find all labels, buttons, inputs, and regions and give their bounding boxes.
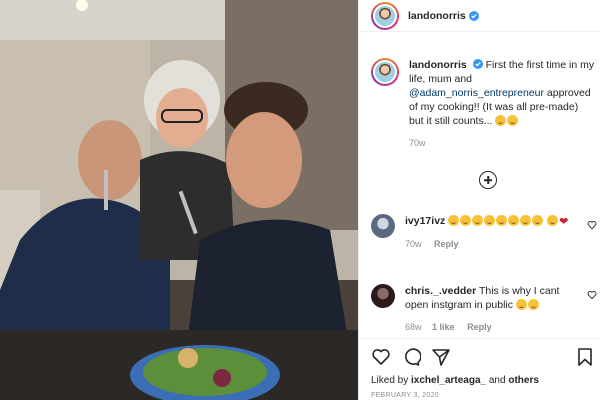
caption-avatar[interactable]: [371, 58, 399, 86]
sweat-smile-emoji: [515, 299, 527, 310]
comment-meta: 70w Reply: [405, 237, 579, 251]
sweat-smile-emoji: [527, 299, 539, 310]
comment-username[interactable]: ivy17ivz: [405, 215, 445, 227]
verified-badge-icon: [472, 59, 483, 69]
post-sidebar: landonorris landonorris First the first …: [358, 0, 600, 400]
sweat-smile-emoji: [484, 215, 496, 226]
post-photo[interactable]: [0, 0, 358, 400]
author-avatar[interactable]: [371, 1, 399, 30]
post-date[interactable]: FEBRUARY 3, 2020: [371, 392, 439, 399]
commenter-avatar[interactable]: [371, 284, 395, 308]
comment-likes[interactable]: 1 like: [432, 322, 455, 332]
caption-body: landonorris First the first time in my l…: [409, 58, 595, 150]
likes-summary: Liked by ixchel_arteaga_ and others: [371, 375, 539, 386]
comment-item: chris._.vedder This is why I cant open i…: [371, 284, 600, 334]
sweat-smile-emoji: [547, 215, 559, 226]
comment-icon[interactable]: [401, 347, 421, 367]
reply-button[interactable]: Reply: [434, 239, 459, 249]
verified-badge-icon: [468, 10, 479, 21]
liked-prefix: Liked by: [371, 375, 412, 386]
caption-meta: 70w: [409, 136, 595, 150]
comment-time[interactable]: 70w: [405, 239, 422, 249]
comment-meta: 68w 1 like Reply: [405, 320, 579, 334]
save-icon[interactable]: [575, 347, 595, 367]
comment-username[interactable]: chris._.vedder: [405, 285, 476, 297]
comment-body: chris._.vedder This is why I cant open i…: [405, 284, 579, 334]
load-more-comments-icon[interactable]: [479, 171, 497, 189]
post-actions: Liked by ixchel_arteaga_ and others FEBR…: [359, 338, 600, 400]
post-caption: landonorris First the first time in my l…: [371, 58, 599, 150]
sweat-smile-emoji: [496, 215, 508, 226]
commenter-avatar[interactable]: [371, 214, 395, 238]
comment-body: ivy17ivz ❤ 70w Reply: [405, 214, 579, 251]
liked-user-link[interactable]: ixchel_arteaga_: [411, 375, 486, 386]
post-header: landonorris: [359, 0, 600, 32]
comment-item: ivy17ivz ❤ 70w Reply: [371, 214, 600, 251]
sweat-smile-emoji: [520, 215, 532, 226]
heart-icon[interactable]: [371, 347, 391, 367]
sweat-smile-emoji: [508, 215, 520, 226]
photo-illustration: [0, 0, 358, 400]
like-comment-heart-icon[interactable]: [587, 220, 597, 230]
caption-username[interactable]: landonorris: [409, 59, 467, 71]
sweat-smile-emoji: [460, 215, 472, 226]
liked-others-link[interactable]: others: [508, 375, 539, 386]
like-comment-heart-icon[interactable]: [587, 290, 597, 300]
comment-time[interactable]: 68w: [405, 322, 422, 332]
share-icon[interactable]: [431, 347, 451, 367]
instagram-post: landonorris landonorris First the first …: [0, 0, 600, 400]
broken-heart-emoji: ❤: [559, 216, 569, 228]
sweat-smile-emoji: [495, 115, 507, 126]
reply-button[interactable]: Reply: [467, 322, 492, 332]
sweat-smile-emoji: [507, 115, 519, 126]
liked-mid: and: [486, 375, 509, 386]
author-username[interactable]: landonorris: [408, 10, 466, 22]
sweat-smile-emoji: [532, 215, 544, 226]
caption-time[interactable]: 70w: [409, 138, 426, 148]
caption-mention-link[interactable]: @adam_norris_entrepreneur: [409, 87, 544, 99]
sweat-smile-emoji: [472, 215, 484, 226]
sweat-smile-emoji: [448, 215, 460, 226]
